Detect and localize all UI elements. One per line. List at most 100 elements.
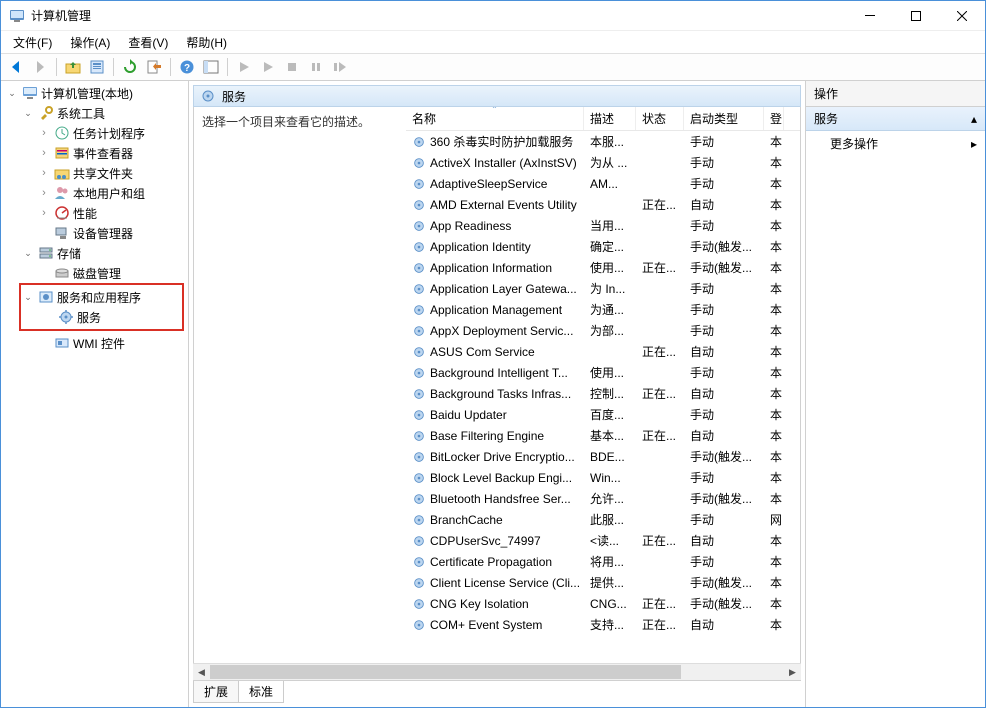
scroll-thumb[interactable] [210,665,681,679]
service-row[interactable]: Base Filtering Engine基本...正在...自动本 [406,425,800,446]
service-row[interactable]: ASUS Com Service正在...自动本 [406,341,800,362]
minimize-button[interactable] [847,1,893,31]
service-name: AdaptiveSleepService [430,177,547,191]
service-row[interactable]: BitLocker Drive Encryptio...BDE...手动(触发.… [406,446,800,467]
tree-pane[interactable]: 计算机管理(本地) 系统工具 任务计划程序 事件查看器 [1,81,189,707]
expand-icon[interactable] [37,166,51,180]
service-row[interactable]: Background Intelligent T...使用...手动本 [406,362,800,383]
tb-back[interactable] [5,56,27,78]
tb-stop-service[interactable] [281,56,303,78]
expand-icon[interactable] [37,206,51,220]
tree-disk-management[interactable]: 磁盘管理 [33,263,188,283]
close-button[interactable] [939,1,985,31]
col-logon[interactable]: 登 [764,107,784,130]
service-name-cell: AMD External Events Utility [406,198,584,212]
service-row[interactable]: Background Tasks Infras...控制...正在...自动本 [406,383,800,404]
tb-show-hide[interactable] [200,56,222,78]
expand-icon[interactable] [37,146,51,160]
col-startup[interactable]: 启动类型 [684,107,764,130]
service-row[interactable]: Bluetooth Handsfree Ser...允许...手动(触发...本 [406,488,800,509]
services-rows[interactable]: 360 杀毒实时防护加载服务本服...手动本ActiveX Installer … [406,131,800,663]
expand-icon[interactable] [21,106,35,120]
service-row[interactable]: Application Information使用...正在...手动(触发..… [406,257,800,278]
tree-wmi[interactable]: WMI 控件 [33,333,188,353]
tree-services-apps[interactable]: 服务和应用程序 [21,287,182,307]
col-status[interactable]: 状态 [636,107,684,130]
service-row[interactable]: Application Management为通...手动本 [406,299,800,320]
highlight-services-group: 服务和应用程序 服务 [19,283,184,331]
service-name-cell: ActiveX Installer (AxInstSV) [406,156,584,170]
tb-restart-service[interactable] [329,56,351,78]
scroll-left[interactable]: ◀ [193,664,210,681]
menu-help[interactable]: 帮助(H) [178,32,235,53]
tree-event-viewer[interactable]: 事件查看器 [33,143,188,163]
tb-up[interactable] [62,56,84,78]
tree-local-users[interactable]: 本地用户和组 [33,183,188,203]
service-row[interactable]: Application Identity确定...手动(触发...本 [406,236,800,257]
hscrollbar[interactable]: ◀ ▶ [193,663,801,680]
tree-shared-folders[interactable]: 共享文件夹 [33,163,188,183]
service-desc-cell: 百度... [584,406,636,423]
actions-section-services[interactable]: 服务 ▴ [806,107,985,131]
service-row[interactable]: ActiveX Installer (AxInstSV)为从 ...手动本 [406,152,800,173]
menu-file[interactable]: 文件(F) [5,32,60,53]
service-name: BranchCache [430,513,503,527]
service-row[interactable]: App Readiness当用...手动本 [406,215,800,236]
collapse-icon: ▴ [971,112,977,126]
gear-icon [200,88,216,104]
tb-export[interactable] [143,56,165,78]
service-row[interactable]: Baidu Updater百度...手动本 [406,404,800,425]
service-row[interactable]: AdaptiveSleepServiceAM...手动本 [406,173,800,194]
expand-icon[interactable] [21,246,35,260]
action-more[interactable]: 更多操作 ▸ [806,131,985,156]
tree-performance[interactable]: 性能 [33,203,188,223]
expand-icon[interactable] [21,290,35,304]
scroll-right[interactable]: ▶ [784,664,801,681]
service-status-cell: 正在... [636,616,684,633]
tb-help[interactable]: ? [176,56,198,78]
service-row[interactable]: BranchCache此服...手动网 [406,509,800,530]
service-row[interactable]: 360 杀毒实时防护加载服务本服...手动本 [406,131,800,152]
service-row[interactable]: Block Level Backup Engi...Win...手动本 [406,467,800,488]
tree-wmi-label: WMI 控件 [73,335,125,352]
service-name: Application Identity [430,240,531,254]
expand-icon[interactable] [37,126,51,140]
tb-start2[interactable] [257,56,279,78]
tree-system-tools[interactable]: 系统工具 [17,103,188,123]
tree-task-scheduler[interactable]: 任务计划程序 [33,123,188,143]
maximize-button[interactable] [893,1,939,31]
service-row[interactable]: Certificate Propagation将用...手动本 [406,551,800,572]
col-name[interactable]: ⌃ 名称 [406,107,584,130]
tb-refresh[interactable] [119,56,141,78]
menu-action[interactable]: 操作(A) [62,32,118,53]
tree-storage[interactable]: 存储 [17,243,188,263]
service-desc-cell: 当用... [584,217,636,234]
service-row[interactable]: AMD External Events Utility正在...自动本 [406,194,800,215]
tree-device-manager[interactable]: 设备管理器 [33,223,188,243]
service-row[interactable]: CDPUserSvc_74997<读...正在...自动本 [406,530,800,551]
service-desc-cell: 使用... [584,364,636,381]
expand-icon[interactable] [5,86,19,100]
tb-start-service[interactable] [233,56,255,78]
service-row[interactable]: Application Layer Gatewa...为 In...手动本 [406,278,800,299]
tab-extended[interactable]: 扩展 [193,681,239,703]
scroll-track[interactable] [210,664,784,681]
expand-icon[interactable] [37,186,51,200]
tb-forward[interactable] [29,56,51,78]
service-name: Application Layer Gatewa... [430,282,577,296]
tb-pause-service[interactable] [305,56,327,78]
services-list[interactable]: ⌃ 名称 描述 状态 启动类型 登 360 杀毒实时防护加载服务本服...手动本… [406,107,800,663]
service-row[interactable]: COM+ Event System支持...正在...自动本 [406,614,800,635]
service-row[interactable]: Client License Service (Cli...提供...手动(触发… [406,572,800,593]
tb-props[interactable] [86,56,108,78]
tab-standard[interactable]: 标准 [238,681,284,703]
titlebar: 计算机管理 [1,1,985,31]
service-row[interactable]: CNG Key IsolationCNG...正在...手动(触发...本 [406,593,800,614]
col-desc[interactable]: 描述 [584,107,636,130]
menu-view[interactable]: 查看(V) [120,32,176,53]
tree-services[interactable]: 服务 [37,307,182,327]
service-row[interactable]: AppX Deployment Servic...为部...手动本 [406,320,800,341]
services-body: 选择一个项目来查看它的描述。 ⌃ 名称 描述 状态 启动类型 登 360 杀毒实… [193,107,801,663]
tree-root[interactable]: 计算机管理(本地) [1,83,188,103]
submenu-icon: ▸ [971,137,977,151]
